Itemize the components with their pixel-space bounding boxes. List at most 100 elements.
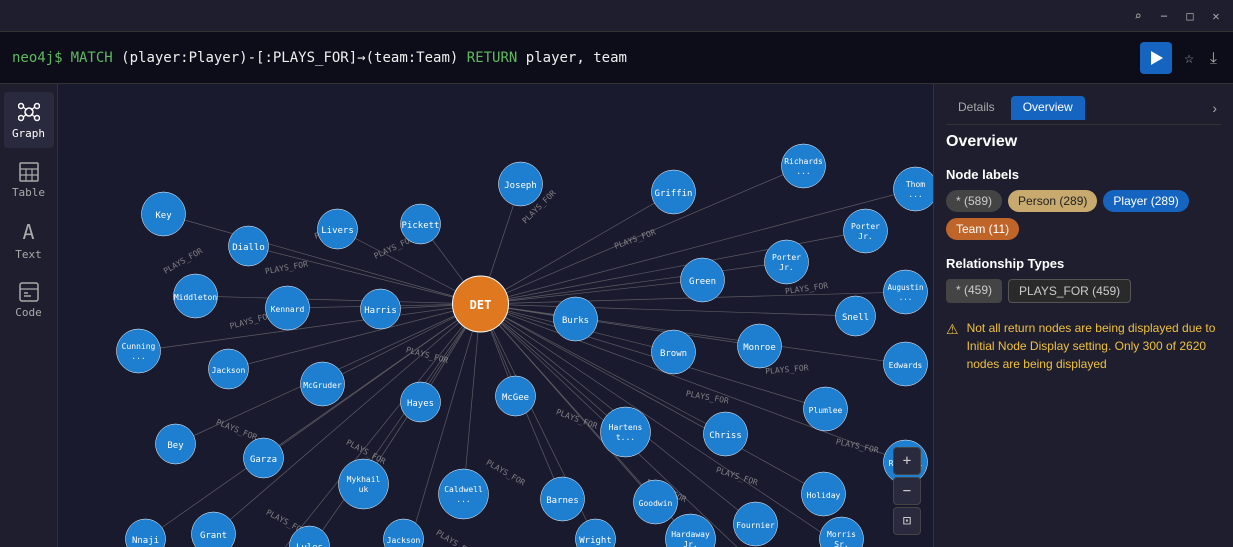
svg-text:...: ...: [796, 167, 810, 176]
sidebar-item-code[interactable]: Code: [4, 272, 54, 328]
node-label-team[interactable]: Team (11): [946, 218, 1019, 240]
favorite-button[interactable]: ☆: [1180, 44, 1198, 71]
svg-text:Porter: Porter: [851, 222, 880, 231]
node-label-player[interactable]: Player (289): [1103, 190, 1188, 212]
panel-tabs: Details Overview ›: [946, 96, 1221, 125]
zoom-fit-button[interactable]: ⊡: [893, 507, 921, 535]
svg-text:Green: Green: [689, 277, 716, 287]
svg-text:PLAYS_FOR: PLAYS_FOR: [215, 418, 259, 443]
rel-types-section: Relationship Types: [946, 256, 1221, 271]
query-text[interactable]: MATCH (player:Player)-[:PLAYS_FOR]→(team…: [71, 50, 1133, 66]
svg-text:PLAYS_FOR: PLAYS_FOR: [434, 528, 476, 547]
sidebar-item-graph[interactable]: Graph: [4, 92, 54, 148]
search-icon[interactable]: ⌕: [1129, 7, 1147, 25]
svg-text:Augustin: Augustin: [887, 283, 923, 292]
sidebar-text-label: Text: [15, 248, 42, 261]
maximize-icon[interactable]: □: [1181, 7, 1199, 25]
graph-svg: PLAYS_FOR PLAYS_FOR PLAYS_FOR PLAYS_FOR …: [58, 84, 933, 547]
download-button[interactable]: ⤓: [1206, 44, 1221, 72]
zoom-out-button[interactable]: −: [893, 477, 921, 505]
svg-text:PLAYS_FOR: PLAYS_FOR: [613, 228, 657, 251]
svg-text:Lyles: Lyles: [296, 543, 323, 547]
svg-text:Nnaji: Nnaji: [132, 536, 159, 546]
svg-text:Livers: Livers: [321, 226, 354, 236]
svg-text:McGee: McGee: [502, 393, 529, 403]
svg-text:Harris: Harris: [364, 306, 397, 316]
svg-text:Pickett: Pickett: [402, 221, 440, 231]
svg-text:Goodwin: Goodwin: [639, 499, 673, 508]
svg-text:Mykhail: Mykhail: [347, 475, 381, 484]
svg-text:Hayes: Hayes: [407, 399, 434, 409]
svg-text:PLAYS_FOR: PLAYS_FOR: [765, 363, 809, 376]
svg-text:Jr.: Jr.: [683, 540, 697, 547]
svg-text:...: ...: [456, 495, 470, 504]
svg-text:DET: DET: [470, 298, 492, 312]
sidebar-item-text[interactable]: A Text: [4, 212, 54, 268]
svg-text:Jackson: Jackson: [212, 366, 246, 375]
title-bar: ⌕ − □ ✕: [0, 0, 1233, 32]
svg-text:Barnes: Barnes: [546, 496, 579, 506]
query-prompt: neo4j$: [12, 50, 63, 66]
svg-text:PLAYS_FOR: PLAYS_FOR: [162, 246, 204, 276]
keyword-match: MATCH: [71, 50, 122, 66]
svg-text:...: ...: [908, 190, 922, 199]
svg-text:Bey: Bey: [167, 441, 184, 451]
svg-text:PLAYS_FOR: PLAYS_FOR: [485, 458, 527, 488]
svg-text:Chriss: Chriss: [709, 431, 742, 441]
overview-title: Overview: [946, 133, 1017, 151]
svg-text:t...: t...: [616, 433, 635, 442]
node-labels-section: Node labels: [946, 167, 1221, 182]
rel-types-container: * (459) PLAYS_FOR (459): [946, 279, 1221, 303]
svg-text:uk: uk: [359, 485, 369, 494]
svg-text:PLAYS_FOR: PLAYS_FOR: [264, 260, 308, 276]
svg-text:McGruder: McGruder: [303, 381, 342, 390]
svg-text:...: ...: [131, 352, 145, 361]
panel-expand-button[interactable]: ›: [1208, 96, 1221, 120]
text-icon: A: [22, 220, 34, 244]
svg-text:Jr.: Jr.: [858, 232, 872, 241]
svg-text:Brown: Brown: [660, 349, 687, 359]
svg-text:Edwards: Edwards: [889, 361, 923, 370]
team-type: :Team): [408, 50, 467, 66]
play-icon: [1151, 51, 1163, 65]
svg-text:Jr.: Jr.: [779, 263, 793, 272]
svg-text:Richards: Richards: [784, 157, 823, 166]
svg-text:Porter: Porter: [772, 253, 801, 262]
svg-text:Middleton: Middleton: [174, 293, 218, 302]
svg-text:Cunning: Cunning: [122, 342, 156, 351]
close-icon[interactable]: ✕: [1207, 7, 1225, 25]
node-label-all[interactable]: * (589): [946, 190, 1002, 212]
minimize-icon[interactable]: −: [1155, 7, 1173, 25]
code-icon: [19, 282, 39, 302]
run-button[interactable]: [1140, 42, 1172, 74]
rel-badge-all[interactable]: * (459): [946, 279, 1002, 303]
svg-text:Hartens: Hartens: [609, 423, 643, 432]
sidebar-code-label: Code: [15, 306, 42, 319]
svg-text:PLAYS_FOR: PLAYS_FOR: [835, 437, 879, 455]
svg-text:Holiday: Holiday: [807, 491, 841, 500]
svg-text:Thom: Thom: [906, 180, 925, 189]
svg-text:PLAYS_FOR: PLAYS_FOR: [555, 407, 599, 430]
svg-text:...: ...: [899, 293, 913, 302]
table-icon: [19, 162, 39, 182]
svg-text:Burks: Burks: [562, 316, 589, 326]
svg-text:Jackson: Jackson: [387, 536, 421, 545]
zoom-controls: + − ⊡: [893, 447, 921, 535]
sidebar-table-label: Table: [12, 186, 45, 199]
graph-area[interactable]: PLAYS_FOR PLAYS_FOR PLAYS_FOR PLAYS_FOR …: [58, 84, 933, 547]
main-content: Graph Table A Text Code: [0, 84, 1233, 547]
overview-panel: Details Overview › Overview Node labels …: [933, 84, 1233, 547]
zoom-in-button[interactable]: +: [893, 447, 921, 475]
tab-details[interactable]: Details: [946, 96, 1007, 120]
svg-text:Kennard: Kennard: [271, 305, 305, 314]
node-labels-container: * (589) Person (289) Player (289) Team (…: [946, 190, 1221, 240]
node-label-person[interactable]: Person (289): [1008, 190, 1097, 212]
svg-text:Wright: Wright: [579, 536, 612, 546]
svg-text:Hardaway: Hardaway: [671, 530, 710, 539]
tab-overview[interactable]: Overview: [1011, 96, 1085, 120]
return-vals: player, team: [526, 50, 627, 66]
svg-text:Grant: Grant: [200, 531, 227, 541]
rel-badge-plays-for[interactable]: PLAYS_FOR (459): [1008, 279, 1131, 303]
svg-text:Diallo: Diallo: [232, 243, 265, 253]
sidebar-item-table[interactable]: Table: [4, 152, 54, 208]
